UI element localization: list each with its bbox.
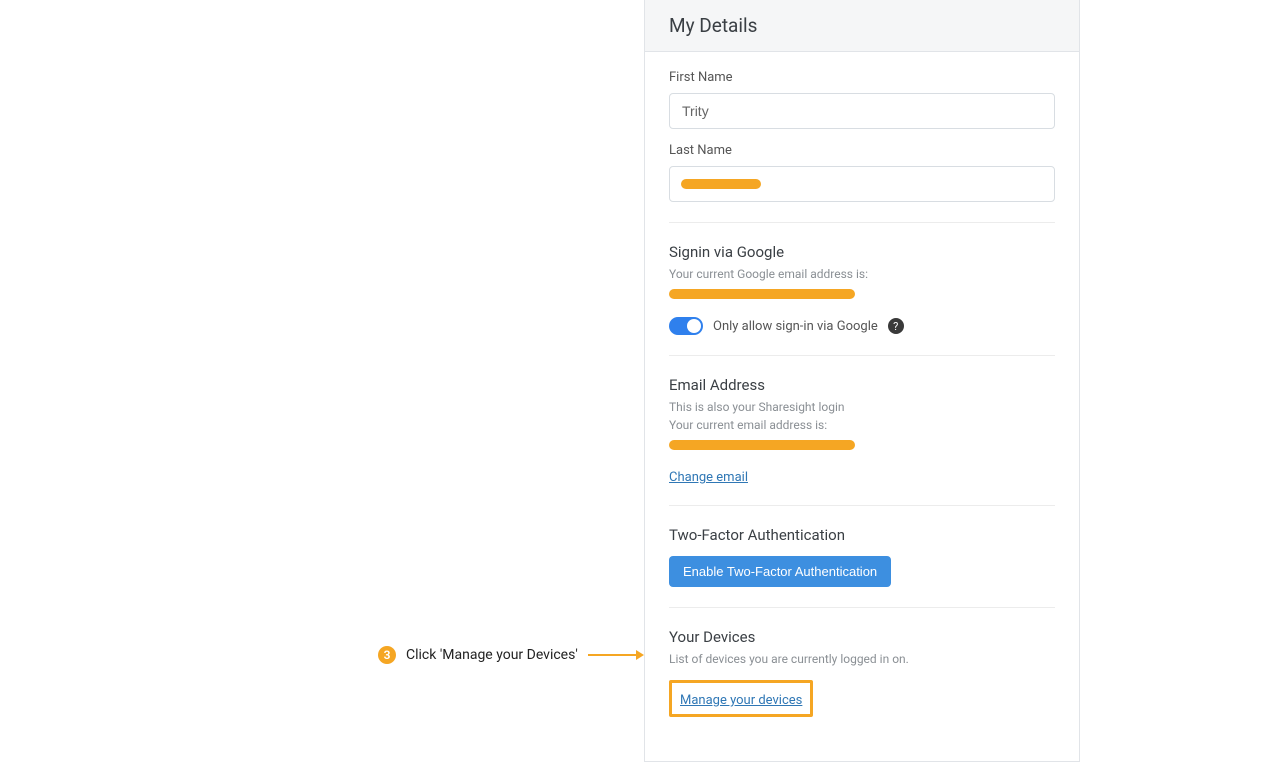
devices-section: Your Devices List of devices you are cur… bbox=[669, 628, 1055, 737]
email-sub1: This is also your Sharesight login bbox=[669, 400, 1055, 414]
manage-devices-link[interactable]: Manage your devices bbox=[680, 693, 802, 708]
redacted-google-email bbox=[669, 289, 855, 299]
google-signin-section: Signin via Google Your current Google em… bbox=[669, 243, 1055, 356]
arrow-icon bbox=[588, 654, 642, 656]
manage-devices-highlight: Manage your devices bbox=[669, 680, 813, 717]
redacted-email bbox=[669, 440, 855, 450]
google-current-label: Your current Google email address is: bbox=[669, 267, 1055, 281]
first-name-label: First Name bbox=[669, 70, 1055, 85]
twofa-section: Two-Factor Authentication Enable Two-Fac… bbox=[669, 526, 1055, 608]
my-details-panel: My Details First Name Last Name Signin v… bbox=[644, 0, 1080, 762]
redacted-last-name bbox=[681, 179, 761, 189]
twofa-heading: Two-Factor Authentication bbox=[669, 526, 1055, 544]
panel-body: First Name Last Name Signin via Google Y… bbox=[645, 52, 1079, 761]
page-title: My Details bbox=[669, 14, 1055, 37]
help-icon[interactable]: ? bbox=[888, 318, 904, 334]
email-section: Email Address This is also your Sharesig… bbox=[669, 376, 1055, 506]
enable-2fa-button[interactable]: Enable Two-Factor Authentication bbox=[669, 556, 891, 587]
panel-header: My Details bbox=[645, 0, 1079, 52]
email-heading: Email Address bbox=[669, 376, 1055, 394]
change-email-link[interactable]: Change email bbox=[669, 470, 748, 485]
google-toggle-row: Only allow sign-in via Google ? bbox=[669, 317, 1055, 335]
devices-heading: Your Devices bbox=[669, 628, 1055, 646]
first-name-input[interactable] bbox=[669, 93, 1055, 129]
name-section: First Name Last Name bbox=[669, 70, 1055, 223]
google-heading: Signin via Google bbox=[669, 243, 1055, 261]
annotation-text: Click 'Manage your Devices' bbox=[406, 647, 578, 663]
step-badge: 3 bbox=[378, 646, 396, 664]
email-sub2: Your current email address is: bbox=[669, 418, 1055, 432]
last-name-label: Last Name bbox=[669, 143, 1055, 158]
google-only-toggle[interactable] bbox=[669, 317, 703, 335]
google-toggle-label: Only allow sign-in via Google bbox=[713, 319, 878, 334]
devices-sub: List of devices you are currently logged… bbox=[669, 652, 1055, 666]
step-annotation: 3 Click 'Manage your Devices' bbox=[378, 646, 642, 664]
